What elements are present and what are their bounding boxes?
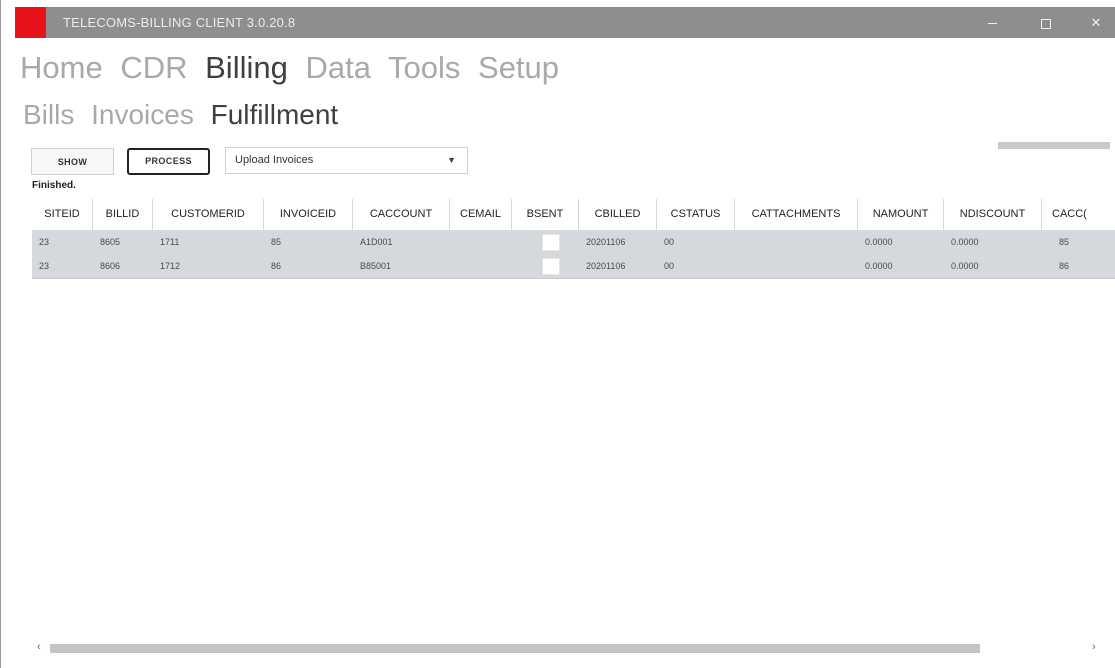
column-header-cemail[interactable]: CEMAIL bbox=[450, 199, 512, 230]
cell-siteid: 23 bbox=[39, 237, 50, 247]
cell-cemail bbox=[450, 254, 512, 278]
cell-cbilled: 20201106 bbox=[586, 261, 626, 271]
fulfillment-grid: SITEID BILLID CUSTOMERID INVOICEID CACCO… bbox=[32, 199, 1115, 289]
chevron-left-icon[interactable]: ‹ bbox=[37, 641, 41, 653]
status-text: Finished. bbox=[32, 180, 76, 191]
title-bar[interactable]: TELECOMS-BILLING CLIENT 3.0.20.8 ✕ bbox=[15, 7, 1115, 38]
process-button[interactable]: PROCESS bbox=[127, 148, 210, 175]
close-icon: ✕ bbox=[1090, 15, 1102, 30]
cell-namount: 0.0000 bbox=[865, 237, 893, 247]
cell-invoiceid: 85 bbox=[271, 237, 282, 247]
cell-ndiscount: 0.0000 bbox=[951, 261, 979, 271]
cell-billid: 8606 bbox=[100, 261, 121, 271]
cell-cacc: 86 bbox=[1059, 261, 1070, 271]
cell-cemail bbox=[450, 230, 512, 254]
cell-ndiscount: 0.0000 bbox=[951, 237, 979, 247]
chevron-right-icon[interactable]: › bbox=[1092, 641, 1096, 653]
column-header-cacc[interactable]: CACC( bbox=[1042, 199, 1115, 230]
column-header-cattachments[interactable]: CATTACHMENTS bbox=[735, 199, 858, 230]
column-header-invoiceid[interactable]: INVOICEID bbox=[264, 199, 353, 230]
action-select[interactable]: Upload Invoices ▼ bbox=[225, 147, 468, 174]
column-header-namount[interactable]: NAMOUNT bbox=[858, 199, 944, 230]
cell-billid: 8605 bbox=[100, 237, 121, 247]
minimize-button[interactable] bbox=[969, 7, 1015, 38]
column-header-cbilled[interactable]: CBILLED bbox=[579, 199, 657, 230]
column-header-cstatus[interactable]: CSTATUS bbox=[657, 199, 735, 230]
column-header-siteid[interactable]: SITEID bbox=[32, 199, 93, 230]
cell-cstatus: 00 bbox=[664, 237, 675, 247]
submenu-item-invoices[interactable]: Invoices bbox=[91, 99, 194, 130]
cell-customerid: 1712 bbox=[160, 261, 181, 271]
cell-customerid: 1711 bbox=[160, 237, 180, 247]
cell-siteid: 23 bbox=[39, 261, 50, 271]
scrollbar-thumb[interactable] bbox=[50, 644, 980, 653]
maximize-icon bbox=[1041, 18, 1051, 29]
sub-menu: Bills Invoices Fulfillment bbox=[23, 99, 347, 131]
action-select-value: Upload Invoices bbox=[235, 154, 314, 166]
show-button[interactable]: SHOW bbox=[31, 148, 114, 175]
column-header-ndiscount[interactable]: NDISCOUNT bbox=[944, 199, 1042, 230]
cell-cattachments bbox=[735, 254, 858, 278]
cell-cstatus: 00 bbox=[664, 261, 675, 271]
table-row[interactable]: 23 8605 1711 85 A1D001 20201106 00 0.000… bbox=[32, 230, 1115, 254]
cell-cbilled: 20201106 bbox=[586, 237, 626, 247]
grid-header: SITEID BILLID CUSTOMERID INVOICEID CACCO… bbox=[32, 199, 1115, 231]
window-title: TELECOMS-BILLING CLIENT 3.0.20.8 bbox=[63, 15, 296, 30]
menu-item-home[interactable]: Home bbox=[20, 50, 103, 85]
menu-item-setup[interactable]: Setup bbox=[478, 50, 559, 85]
horizontal-scrollbar[interactable]: ‹ › bbox=[32, 639, 1115, 659]
cell-caccount: B85001 bbox=[360, 261, 392, 271]
menu-item-data[interactable]: Data bbox=[305, 50, 370, 85]
app-window: TELECOMS-BILLING CLIENT 3.0.20.8 ✕ Home … bbox=[0, 0, 1115, 668]
submenu-item-fulfillment[interactable]: Fulfillment bbox=[211, 99, 339, 130]
progress-bar bbox=[998, 142, 1110, 149]
menu-item-cdr[interactable]: CDR bbox=[120, 50, 187, 85]
minimize-icon bbox=[987, 23, 997, 25]
cell-cattachments bbox=[735, 230, 858, 254]
cell-cacc: 85 bbox=[1059, 237, 1070, 247]
submenu-item-bills[interactable]: Bills bbox=[23, 99, 74, 130]
column-header-billid[interactable]: BILLID bbox=[93, 199, 153, 230]
column-header-customerid[interactable]: CUSTOMERID bbox=[153, 199, 264, 230]
close-button[interactable]: ✕ bbox=[1073, 7, 1115, 38]
menu-item-tools[interactable]: Tools bbox=[388, 50, 460, 85]
caret-down-icon: ▼ bbox=[447, 155, 456, 165]
bsent-checkbox[interactable] bbox=[542, 234, 560, 251]
maximize-button[interactable] bbox=[1023, 7, 1069, 38]
menu-item-billing[interactable]: Billing bbox=[205, 50, 288, 85]
bsent-checkbox[interactable] bbox=[542, 258, 560, 275]
cell-namount: 0.0000 bbox=[865, 261, 893, 271]
main-menu: Home CDR Billing Data Tools Setup bbox=[20, 50, 568, 86]
table-row[interactable]: 23 8606 1712 86 B85001 20201106 00 0.000… bbox=[32, 254, 1115, 279]
app-icon bbox=[15, 7, 46, 38]
column-header-caccount[interactable]: CACCOUNT bbox=[353, 199, 450, 230]
cell-invoiceid: 86 bbox=[271, 261, 282, 271]
column-header-bsent[interactable]: BSENT bbox=[512, 199, 579, 230]
cell-caccount: A1D001 bbox=[360, 237, 393, 247]
